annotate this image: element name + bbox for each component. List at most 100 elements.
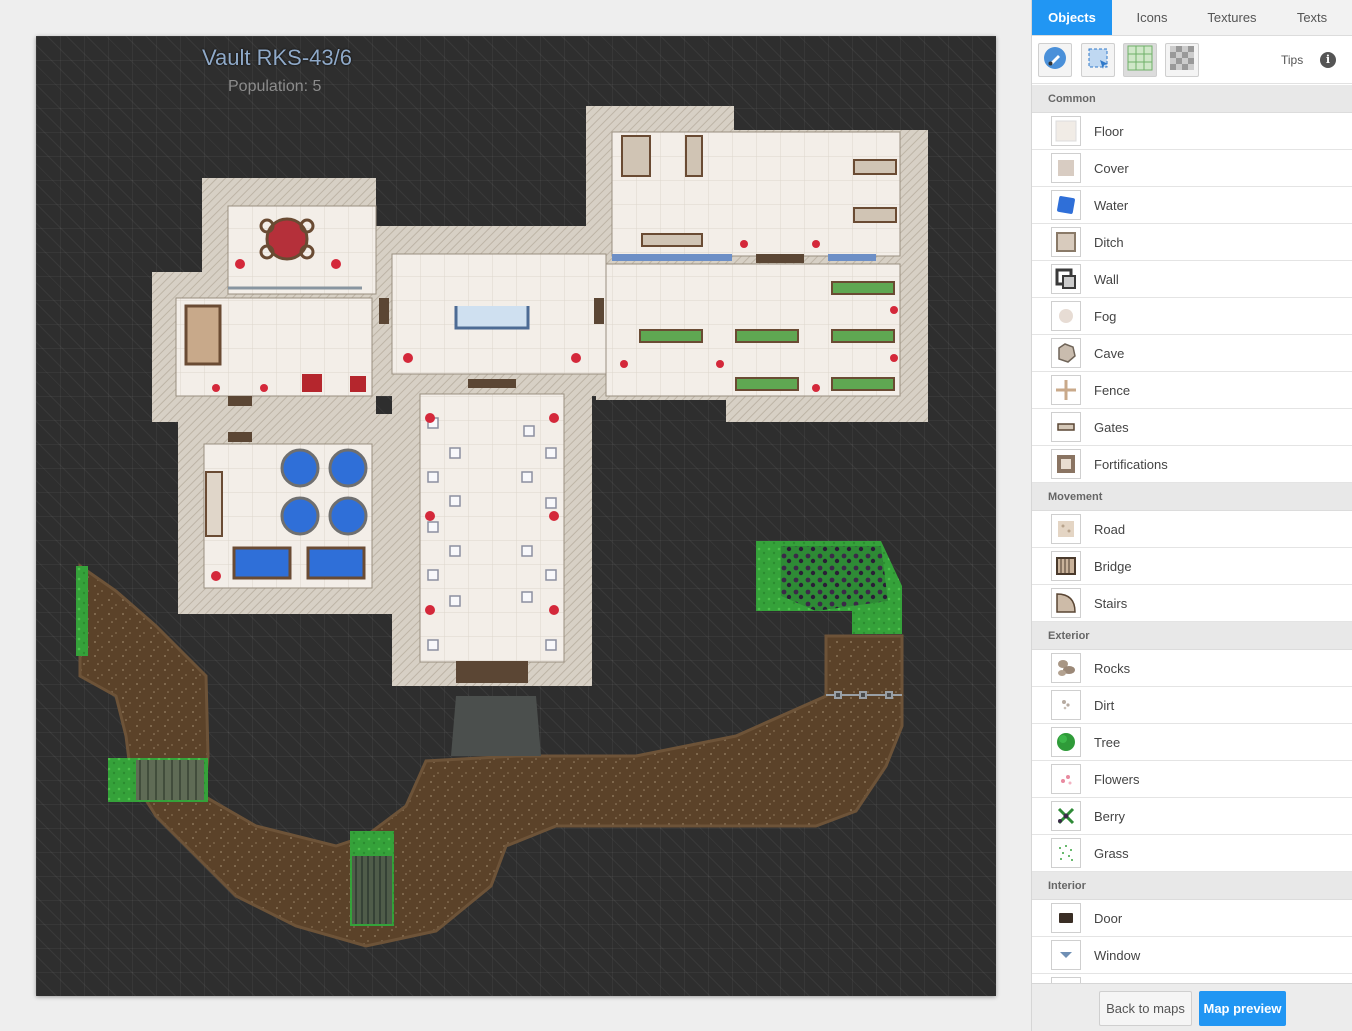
object-item-fence[interactable]: Fence: [1032, 372, 1352, 409]
fence: [826, 691, 902, 699]
object-label: Wall: [1094, 272, 1119, 287]
object-item-window[interactable]: Window: [1032, 937, 1352, 974]
bridge: [136, 760, 204, 800]
sofa: [454, 306, 530, 330]
storage-crate: [350, 376, 366, 392]
bridge-icon: [1051, 551, 1081, 581]
object-item-gates[interactable]: Gates: [1032, 409, 1352, 446]
map-subtitle[interactable]: Population: 5: [228, 78, 321, 96]
section-movement: Movement: [1032, 483, 1352, 511]
object-label: Grass: [1094, 846, 1129, 861]
object-item-partial: [1032, 974, 1352, 983]
tool-bar: Tips i: [1032, 36, 1352, 84]
map-title[interactable]: Vault RKS-43/6: [202, 45, 352, 71]
object-item-bridge[interactable]: Bridge: [1032, 548, 1352, 585]
object-item-water[interactable]: Water: [1032, 187, 1352, 224]
object-item-ditch[interactable]: Ditch: [1032, 224, 1352, 261]
bed: [184, 304, 222, 366]
map-canvas[interactable]: Vault RKS-43/6 Population: 5: [36, 36, 996, 996]
select-tool-button[interactable]: [1081, 43, 1115, 77]
berry-icon: [1051, 801, 1081, 831]
object-item-wall[interactable]: Wall: [1032, 261, 1352, 298]
brush-icon: [1043, 46, 1067, 75]
transparency-tool-button[interactable]: [1165, 43, 1199, 77]
object-label: Gates: [1094, 420, 1129, 435]
dirt-icon: [1051, 690, 1081, 720]
section-interior: Interior: [1032, 872, 1352, 900]
object-label: Tree: [1094, 735, 1121, 750]
wall-icon: [1051, 264, 1081, 294]
stairs-icon: [1051, 588, 1081, 618]
fog-icon: [1051, 301, 1081, 331]
object-label: Ditch: [1094, 235, 1124, 250]
object-label: Floor: [1094, 124, 1124, 139]
road-icon: [1051, 514, 1081, 544]
window-icon: [1051, 940, 1081, 970]
object-label: Flowers: [1094, 772, 1140, 787]
object-label: Window: [1094, 948, 1141, 963]
section-common: Common: [1032, 85, 1352, 113]
object-label: Fence: [1094, 383, 1131, 398]
object-label: Fortifications: [1094, 457, 1168, 472]
select-icon: [1086, 46, 1110, 75]
tab-objects[interactable]: Objects: [1032, 0, 1112, 35]
object-item-door[interactable]: Door: [1032, 900, 1352, 937]
object-label: Cover: [1094, 161, 1129, 176]
fortifications-icon: [1051, 449, 1081, 479]
tips-label[interactable]: Tips: [1281, 53, 1303, 67]
tab-texts[interactable]: Texts: [1272, 0, 1352, 35]
grid-icon: [1127, 45, 1153, 76]
object-label: Dirt: [1094, 698, 1115, 713]
objects-sidebar: Objects Icons Textures Texts Tips i Comm…: [1031, 0, 1352, 1031]
grass-patch: [76, 566, 88, 656]
object-label: Road: [1094, 522, 1126, 537]
tab-textures[interactable]: Textures: [1192, 0, 1272, 35]
editor-app: Vault RKS-43/6 Population: 5 Objects Ico…: [0, 0, 1352, 1031]
object-label: Berry: [1094, 809, 1126, 824]
tab-icons[interactable]: Icons: [1112, 0, 1192, 35]
object-item-cover[interactable]: Cover: [1032, 150, 1352, 187]
stairs: [352, 856, 392, 924]
rocks-icon: [1051, 653, 1081, 683]
tab-bar: Objects Icons Textures Texts: [1032, 0, 1352, 36]
info-icon[interactable]: i: [1320, 52, 1336, 68]
object-item-berry[interactable]: Berry: [1032, 798, 1352, 835]
back-to-maps-button[interactable]: Back to maps: [1099, 991, 1192, 1026]
map-drawing: [76, 106, 928, 948]
object-label: Door: [1094, 911, 1123, 926]
object-label: Water: [1094, 198, 1129, 213]
tree-icon: [1051, 727, 1081, 757]
object-item-rocks[interactable]: Rocks: [1032, 650, 1352, 687]
door-icon: [1051, 903, 1081, 933]
transparency-icon: [1170, 45, 1194, 75]
gates-icon: [1051, 412, 1081, 442]
object-label: Cave: [1094, 346, 1125, 361]
object-list: Common Floor Cover Water Ditch Wall Fog …: [1032, 85, 1352, 983]
object-item-stairs[interactable]: Stairs: [1032, 585, 1352, 622]
cover-icon: [1051, 153, 1081, 183]
object-item-fortifications[interactable]: Fortifications: [1032, 446, 1352, 483]
berry-bush: [781, 546, 888, 611]
storage-crate: [302, 374, 322, 392]
cave-icon: [1051, 338, 1081, 368]
grid-tool-button[interactable]: [1123, 43, 1157, 77]
section-exterior: Exterior: [1032, 622, 1352, 650]
floor-icon: [1051, 116, 1081, 146]
ditch-icon: [1051, 227, 1081, 257]
object-item-grass[interactable]: Grass: [1032, 835, 1352, 872]
object-item-road[interactable]: Road: [1032, 511, 1352, 548]
map-preview-button[interactable]: Map preview: [1199, 991, 1286, 1026]
object-label: Rocks: [1094, 661, 1131, 676]
brush-tool-button[interactable]: [1038, 43, 1072, 77]
object-label: Fog: [1094, 309, 1117, 324]
water-icon: [1051, 190, 1081, 220]
object-item-cave[interactable]: Cave: [1032, 335, 1352, 372]
object-item-floor[interactable]: Floor: [1032, 113, 1352, 150]
object-item-dirt[interactable]: Dirt: [1032, 687, 1352, 724]
grass-icon: [1051, 838, 1081, 868]
object-item-flowers[interactable]: Flowers: [1032, 761, 1352, 798]
object-item-fog[interactable]: Fog: [1032, 298, 1352, 335]
sidebar-footer: Back to maps Map preview: [1032, 983, 1352, 1031]
object-item-tree[interactable]: Tree: [1032, 724, 1352, 761]
object-label: Bridge: [1094, 559, 1132, 574]
